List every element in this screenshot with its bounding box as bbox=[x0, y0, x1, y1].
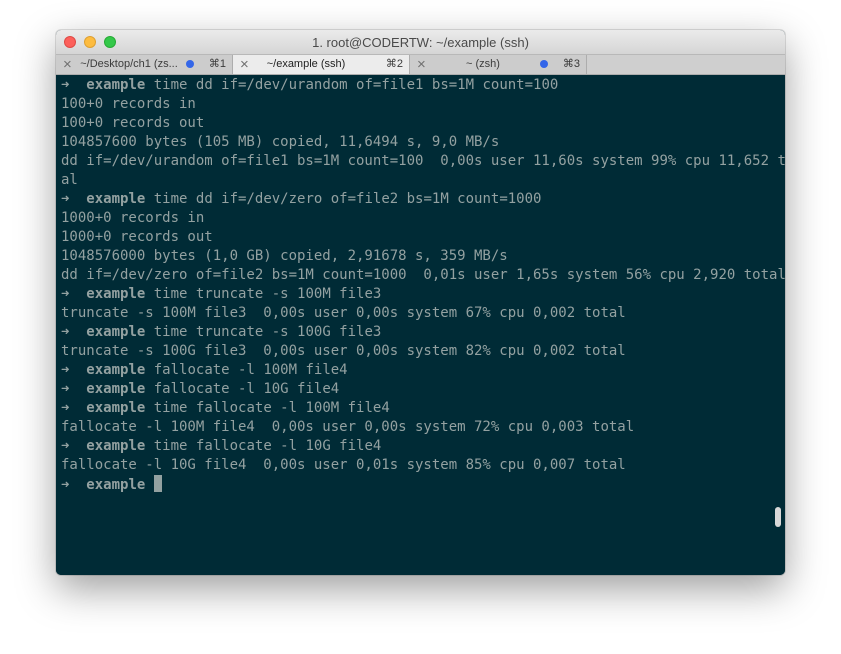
prompt-arrow-icon: ➜ bbox=[61, 362, 70, 378]
prompt-line: ➜ example fallocate -l 100M file4 bbox=[61, 361, 785, 380]
tab-shortcut: ⌘3 bbox=[562, 58, 580, 70]
output-text: truncate -s 100M file3 0,00s user 0,00s … bbox=[61, 305, 626, 321]
prompt-arrow-icon: ➜ bbox=[61, 324, 70, 340]
prompt-line: ➜ example time dd if=/dev/zero of=file2 … bbox=[61, 190, 785, 209]
output-line: fallocate -l 100M file4 0,00s user 0,00s… bbox=[61, 418, 785, 437]
close-tab-icon[interactable]: × bbox=[417, 55, 426, 74]
activity-dot-icon bbox=[186, 60, 194, 68]
prompt-arrow-icon: ➜ bbox=[61, 286, 70, 302]
output-text: 1000+0 records out bbox=[61, 229, 213, 245]
prompt-cwd: example bbox=[86, 477, 146, 493]
command-text: time fallocate -l 100M file4 bbox=[153, 400, 390, 416]
output-text: fallocate -l 10G file4 0,00s user 0,01s … bbox=[61, 457, 626, 473]
prompt-cwd: example bbox=[86, 362, 146, 378]
prompt-line: ➜ example fallocate -l 10G file4 bbox=[61, 380, 785, 399]
output-line: 1000+0 records out bbox=[61, 228, 785, 247]
tab-label: ~ (zsh) bbox=[466, 58, 500, 70]
prompt-arrow-icon: ➜ bbox=[61, 438, 70, 454]
command-text: fallocate -l 10G file4 bbox=[153, 381, 340, 397]
terminal-window: 1. root@CODERTW: ~/example (ssh) × ~/Des… bbox=[56, 30, 785, 575]
prompt-cwd: example bbox=[86, 77, 146, 93]
output-text: 104857600 bytes (105 MB) copied, 11,6494… bbox=[61, 134, 500, 150]
output-text: 1000+0 records in bbox=[61, 210, 205, 226]
output-text: dd if=/dev/urandom of=file1 bs=1M count=… bbox=[61, 153, 785, 169]
scrollbar-thumb[interactable] bbox=[775, 507, 781, 527]
command-text: time fallocate -l 10G file4 bbox=[153, 438, 382, 454]
output-text: fallocate -l 100M file4 0,00s user 0,00s… bbox=[61, 419, 635, 435]
tab-example-ssh[interactable]: × ~/example (ssh) ⌘2 bbox=[233, 55, 410, 74]
prompt-arrow-icon: ➜ bbox=[61, 191, 70, 207]
prompt-cwd: example bbox=[86, 381, 146, 397]
output-line: 100+0 records out bbox=[61, 114, 785, 133]
output-text: truncate -s 100G file3 0,00s user 0,00s … bbox=[61, 343, 626, 359]
prompt-cwd: example bbox=[86, 400, 146, 416]
output-line: 104857600 bytes (105 MB) copied, 11,6494… bbox=[61, 133, 785, 152]
prompt-line: ➜ example bbox=[61, 475, 785, 494]
prompt-line: ➜ example time truncate -s 100M file3 bbox=[61, 285, 785, 304]
title-bar[interactable]: 1. root@CODERTW: ~/example (ssh) bbox=[56, 30, 785, 55]
prompt-line: ➜ example time dd if=/dev/urandom of=fil… bbox=[61, 76, 785, 95]
activity-dot-icon bbox=[540, 60, 548, 68]
output-text: 100+0 records out bbox=[61, 115, 205, 131]
close-tab-icon[interactable]: × bbox=[63, 55, 72, 74]
tab-desktop-ch1[interactable]: × ~/Desktop/ch1 (zs... ⌘1 bbox=[56, 55, 233, 74]
prompt-cwd: example bbox=[86, 324, 146, 340]
output-line: al bbox=[61, 171, 785, 190]
tab-shortcut: ⌘2 bbox=[385, 58, 403, 70]
output-line: dd if=/dev/zero of=file2 bs=1M count=100… bbox=[61, 266, 785, 285]
command-text: fallocate -l 100M file4 bbox=[153, 362, 348, 378]
output-text: 1048576000 bytes (1,0 GB) copied, 2,9167… bbox=[61, 248, 508, 264]
prompt-line: ➜ example time truncate -s 100G file3 bbox=[61, 323, 785, 342]
prompt-arrow-icon: ➜ bbox=[61, 400, 70, 416]
command-text: time dd if=/dev/urandom of=file1 bs=1M c… bbox=[153, 77, 559, 93]
command-text: time dd if=/dev/zero of=file2 bs=1M coun… bbox=[153, 191, 542, 207]
output-text: al bbox=[61, 172, 78, 188]
prompt-line: ➜ example time fallocate -l 100M file4 bbox=[61, 399, 785, 418]
close-tab-icon[interactable]: × bbox=[240, 55, 249, 74]
output-line: 1048576000 bytes (1,0 GB) copied, 2,9167… bbox=[61, 247, 785, 266]
prompt-cwd: example bbox=[86, 191, 146, 207]
prompt-cwd: example bbox=[86, 438, 146, 454]
command-text: time truncate -s 100M file3 bbox=[153, 286, 382, 302]
prompt-arrow-icon: ➜ bbox=[61, 381, 70, 397]
prompt-arrow-icon: ➜ bbox=[61, 477, 70, 493]
terminal-output[interactable]: ➜ example time dd if=/dev/urandom of=fil… bbox=[56, 75, 785, 575]
text-cursor bbox=[153, 475, 162, 492]
tab-label: ~/Desktop/ch1 (zs... bbox=[80, 58, 178, 70]
tab-label: ~/example (ssh) bbox=[266, 58, 346, 70]
prompt-cwd: example bbox=[86, 286, 146, 302]
output-line: 1000+0 records in bbox=[61, 209, 785, 228]
prompt-arrow-icon: ➜ bbox=[61, 77, 70, 93]
output-text: dd if=/dev/zero of=file2 bs=1M count=100… bbox=[61, 267, 785, 283]
tab-shortcut: ⌘1 bbox=[208, 58, 226, 70]
output-line: dd if=/dev/urandom of=file1 bs=1M count=… bbox=[61, 152, 785, 171]
output-line: 100+0 records in bbox=[61, 95, 785, 114]
output-line: fallocate -l 10G file4 0,00s user 0,01s … bbox=[61, 456, 785, 475]
command-text: time truncate -s 100G file3 bbox=[153, 324, 382, 340]
window-title: 1. root@CODERTW: ~/example (ssh) bbox=[312, 35, 529, 50]
tab-bar: × ~/Desktop/ch1 (zs... ⌘1 × ~/example (s… bbox=[56, 55, 785, 75]
output-line: truncate -s 100G file3 0,00s user 0,00s … bbox=[61, 342, 785, 361]
prompt-line: ➜ example time fallocate -l 10G file4 bbox=[61, 437, 785, 456]
output-line: truncate -s 100M file3 0,00s user 0,00s … bbox=[61, 304, 785, 323]
tab-home-zsh[interactable]: × ~ (zsh) ⌘3 bbox=[410, 55, 587, 74]
output-text: 100+0 records in bbox=[61, 96, 196, 112]
